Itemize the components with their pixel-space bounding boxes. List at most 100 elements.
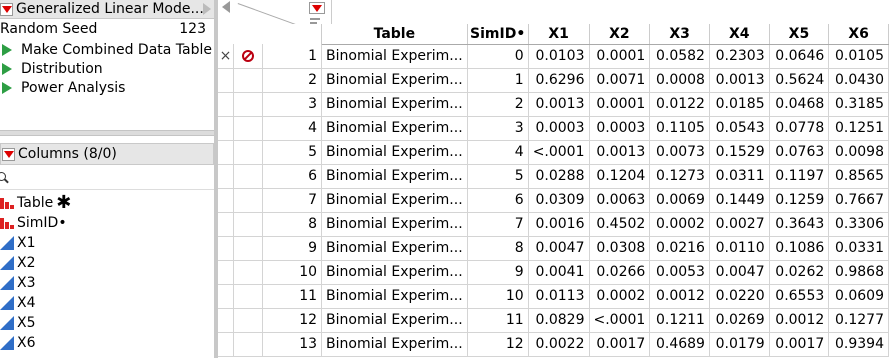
cell-x1[interactable]: 0.0013: [528, 92, 590, 117]
cell-x4[interactable]: 0.0220: [709, 284, 770, 309]
row-number[interactable]: 10: [262, 260, 323, 285]
cell-x3[interactable]: 0.0053: [649, 260, 710, 285]
cell-x2[interactable]: <.0001: [589, 308, 651, 333]
column-item-x5[interactable]: X5: [0, 313, 214, 333]
cell-table[interactable]: Binomial Experim...: [321, 68, 468, 93]
cell-x2[interactable]: 0.0003: [589, 116, 651, 141]
cell-x1[interactable]: <.0001: [528, 140, 590, 165]
table-title[interactable]: Generalized Linear Mode...: [16, 1, 203, 17]
row-number[interactable]: 5: [262, 140, 323, 165]
row-number[interactable]: 8: [262, 212, 323, 237]
table-row[interactable]: × 1 Binomial Experim... 0 0.0103 0.0001 0.0582…: [218, 44, 889, 69]
random-seed-row[interactable]: Random Seed 123: [0, 21, 214, 40]
cell-x2[interactable]: 0.0002: [589, 284, 651, 309]
columns-menu-icon[interactable]: [309, 2, 325, 14]
table-row[interactable]: 7 Binomial Experim... 6 0.0309 0.0063 0.0069 0…: [218, 188, 889, 213]
column-item-x2[interactable]: X2: [0, 253, 214, 273]
cell-x6[interactable]: 0.3185: [828, 92, 889, 117]
cell-x5[interactable]: 0.0763: [769, 140, 830, 165]
cell-x1[interactable]: 0.0288: [528, 164, 590, 189]
cell-x4[interactable]: 0.0110: [709, 236, 770, 261]
cell-x4[interactable]: 0.0013: [709, 68, 770, 93]
cell-x5[interactable]: 0.1259: [769, 188, 830, 213]
column-item-x3[interactable]: X3: [0, 273, 214, 293]
column-item-x6[interactable]: X6: [0, 333, 214, 353]
cell-x2[interactable]: 0.0266: [589, 260, 651, 285]
cell-x3[interactable]: 0.0216: [649, 236, 710, 261]
column-item-simid[interactable]: SimID•: [0, 213, 214, 233]
cell-x1[interactable]: 0.0003: [528, 116, 590, 141]
col-header-x3[interactable]: X3: [649, 24, 710, 45]
cell-x4[interactable]: 0.1529: [709, 140, 770, 165]
cell-simid[interactable]: 10: [467, 284, 529, 309]
cell-x5[interactable]: 0.5624: [769, 68, 830, 93]
column-item-table[interactable]: Table ✱: [0, 193, 214, 213]
cell-x4[interactable]: 0.0027: [709, 212, 770, 237]
cell-x6[interactable]: 0.1277: [828, 308, 889, 333]
table-row[interactable]: 9 Binomial Experim... 8 0.0047 0.0308 0.0216 0…: [218, 236, 889, 261]
row-number[interactable]: 12: [262, 308, 323, 333]
cell-x2[interactable]: 0.4502: [589, 212, 651, 237]
cell-simid[interactable]: 4: [467, 140, 529, 165]
cell-x5[interactable]: 0.1197: [769, 164, 830, 189]
cell-table[interactable]: Binomial Experim...: [321, 44, 468, 69]
run-script-icon[interactable]: [2, 43, 12, 56]
cell-simid[interactable]: 0: [467, 44, 529, 69]
cell-x5[interactable]: 0.0012: [769, 308, 830, 333]
cell-x4[interactable]: 0.0269: [709, 308, 770, 333]
cell-x5[interactable]: 0.1086: [769, 236, 830, 261]
table-row[interactable]: 2 Binomial Experim... 1 0.6296 0.0071 0.0008 0…: [218, 68, 889, 93]
cell-x1[interactable]: 0.0829: [528, 308, 590, 333]
expand-icon[interactable]: [203, 3, 211, 15]
cell-x2[interactable]: 0.0063: [589, 188, 651, 213]
cell-table[interactable]: Binomial Experim...: [321, 164, 468, 189]
cell-simid[interactable]: 1: [467, 68, 529, 93]
cell-x1[interactable]: 0.0309: [528, 188, 590, 213]
cell-x6[interactable]: 0.0331: [828, 236, 889, 261]
run-script-icon[interactable]: [2, 62, 12, 75]
cell-x1[interactable]: 0.0016: [528, 212, 590, 237]
table-row[interactable]: 6 Binomial Experim... 5 0.0288 0.1204 0.1273 0…: [218, 164, 889, 189]
cell-x6[interactable]: 0.3306: [828, 212, 889, 237]
cell-table[interactable]: Binomial Experim...: [321, 92, 468, 117]
table-row[interactable]: 13 Binomial Experim... 12 0.0022 0.0017 0.468…: [218, 332, 889, 357]
cell-x6[interactable]: 0.7667: [828, 188, 889, 213]
row-number[interactable]: 4: [262, 116, 323, 141]
table-row[interactable]: 5 Binomial Experim... 4 <.0001 0.0013 0.0073 0…: [218, 140, 889, 165]
col-header-x6[interactable]: X6: [828, 24, 889, 45]
cell-simid[interactable]: 6: [467, 188, 529, 213]
cell-simid[interactable]: 2: [467, 92, 529, 117]
cell-x3[interactable]: 0.1273: [649, 164, 710, 189]
col-header-x2[interactable]: X2: [589, 24, 651, 45]
cell-x3[interactable]: 0.0582: [649, 44, 710, 69]
cell-x2[interactable]: 0.0013: [589, 140, 651, 165]
col-header-simid[interactable]: SimID•: [467, 24, 529, 45]
cell-x2[interactable]: 0.0017: [589, 332, 651, 357]
col-header-x1[interactable]: X1: [528, 24, 590, 45]
col-header-x5[interactable]: X5: [769, 24, 830, 45]
cell-x4[interactable]: 0.1449: [709, 188, 770, 213]
cell-x5[interactable]: 0.0468: [769, 92, 830, 117]
script-make-combined-data-table[interactable]: Make Combined Data Table: [0, 40, 214, 59]
table-menu-icon[interactable]: [0, 2, 13, 16]
cell-x2[interactable]: 0.0001: [589, 92, 651, 117]
col-header-x4[interactable]: X4: [709, 24, 770, 45]
column-item-x4[interactable]: X4: [0, 293, 214, 313]
cell-simid[interactable]: 5: [467, 164, 529, 189]
cell-x2[interactable]: 0.1204: [589, 164, 651, 189]
cell-x1[interactable]: 0.6296: [528, 68, 590, 93]
cell-simid[interactable]: 9: [467, 260, 529, 285]
cell-simid[interactable]: 11: [467, 308, 529, 333]
cell-table[interactable]: Binomial Experim...: [321, 260, 468, 285]
column-filter-input[interactable]: [0, 168, 214, 190]
row-number[interactable]: 3: [262, 92, 323, 117]
cell-x1[interactable]: 0.0041: [528, 260, 590, 285]
collapse-left-icon[interactable]: [222, 1, 230, 13]
cell-table[interactable]: Binomial Experim...: [321, 332, 468, 357]
cell-x4[interactable]: 0.0179: [709, 332, 770, 357]
row-number[interactable]: 9: [262, 236, 323, 261]
table-row[interactable]: 10 Binomial Experim... 9 0.0041 0.0266 0.0053…: [218, 260, 889, 285]
cell-x3[interactable]: 0.0073: [649, 140, 710, 165]
cell-x4[interactable]: 0.0311: [709, 164, 770, 189]
cell-x6[interactable]: 0.9394: [828, 332, 889, 357]
